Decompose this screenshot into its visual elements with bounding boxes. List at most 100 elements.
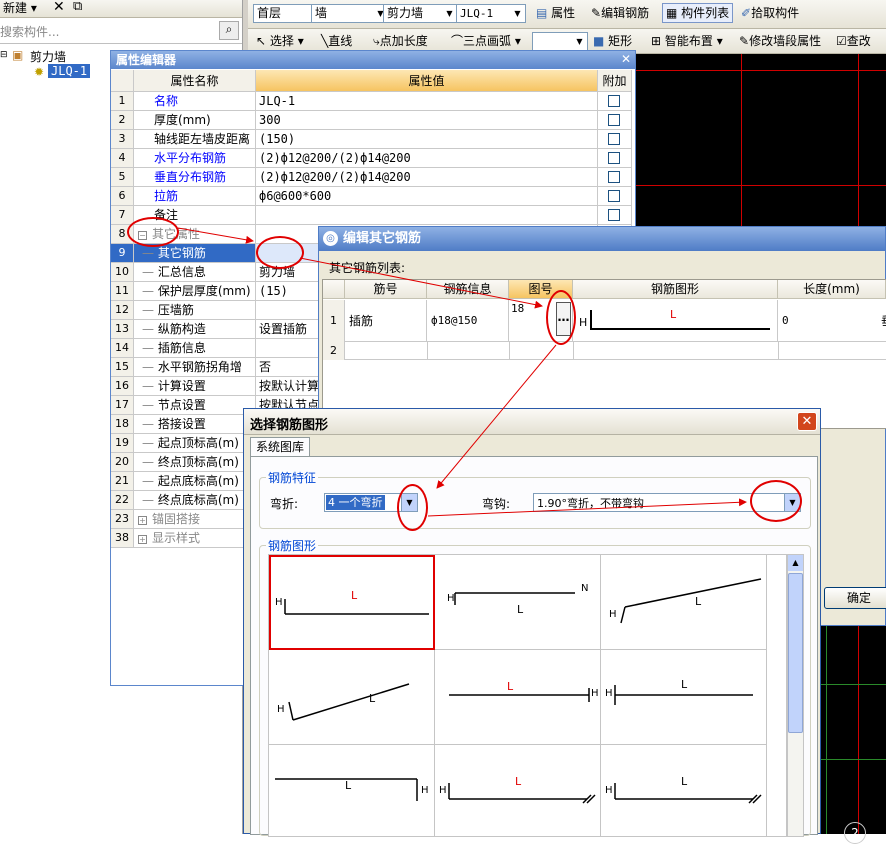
property-value[interactable] bbox=[256, 206, 598, 225]
scroll-thumb[interactable] bbox=[788, 573, 803, 733]
expand-icon[interactable]: + bbox=[138, 535, 147, 544]
add-checkbox[interactable] bbox=[608, 171, 620, 183]
property-value[interactable]: (2)ф12@200/(2)ф14@200 bbox=[256, 149, 598, 168]
property-name: 厚度(mm) bbox=[134, 111, 256, 130]
scroll-up-icon[interactable]: ▲ bbox=[788, 555, 803, 571]
col-bar-info: 钢筋信息 bbox=[427, 280, 509, 299]
property-value[interactable]: (2)ф12@200/(2)ф14@200 bbox=[256, 168, 598, 187]
smart-layout-button[interactable]: ⊞ 智能布置 ▾ bbox=[648, 31, 726, 51]
pick-component-button[interactable]: ✐拾取构件 bbox=[738, 3, 802, 23]
property-row[interactable]: 5 垂直分布钢筋 (2)ф12@200/(2)ф14@200 bbox=[111, 168, 634, 187]
add-checkbox[interactable] bbox=[608, 190, 620, 202]
search-input[interactable]: 搜索构件... bbox=[0, 23, 59, 40]
add-checkbox[interactable] bbox=[608, 95, 620, 107]
shape-drawing bbox=[614, 783, 762, 804]
shape-l-label: L bbox=[507, 680, 514, 693]
table-row[interactable]: 2 bbox=[323, 342, 886, 360]
component-list-button[interactable]: ▦ 构件列表 bbox=[662, 3, 734, 23]
check-button[interactable]: ☑查改 bbox=[833, 31, 874, 51]
shape-h-label: H bbox=[605, 688, 613, 699]
edit-rebar-button[interactable]: ✎编辑钢筋 bbox=[588, 3, 652, 23]
close-icon[interactable]: ✕ bbox=[621, 52, 631, 66]
select-shape-title: 选择钢筋图形 ✕ bbox=[244, 409, 820, 435]
property-name: 轴线距左墙皮距离 bbox=[134, 130, 256, 149]
new-button[interactable]: 新建 ▾ bbox=[0, 0, 40, 18]
component-select[interactable]: JLQ-1 ▼ bbox=[456, 4, 526, 23]
shape-option[interactable]: HL bbox=[435, 745, 601, 836]
arc-button[interactable]: ⌒三点画弧 ▾ bbox=[448, 31, 524, 51]
modify-segment-button[interactable]: ✎修改墙段属性 bbox=[736, 31, 824, 51]
row-number: 2 bbox=[111, 111, 134, 130]
property-value[interactable]: ф6@600*600 bbox=[256, 187, 598, 206]
top-toolbar-row1: 首层▼ 墙▼ 剪力墙▼ JLQ-1▼ ▤ 属性 ✎编辑钢筋 ▦ 构件列表 ✐拾取… bbox=[248, 0, 886, 29]
property-value[interactable]: 300 bbox=[256, 111, 598, 130]
property-row[interactable]: 2 厚度(mm) 300 bbox=[111, 111, 634, 130]
shape-option[interactable]: HL bbox=[601, 745, 767, 836]
tree-line: — bbox=[142, 303, 158, 317]
add-checkbox[interactable] bbox=[608, 133, 620, 145]
shape-l-label: L bbox=[681, 678, 688, 691]
rect-button[interactable]: ■ 矩形 bbox=[590, 31, 635, 51]
tree-child-jlq1[interactable]: JLQ-1 bbox=[48, 64, 91, 78]
select-button[interactable]: ↖ 选择 ▾ bbox=[253, 31, 307, 51]
property-value[interactable]: (150) bbox=[256, 130, 598, 149]
category-select[interactable]: 墙 ▼ bbox=[311, 4, 389, 23]
property-row[interactable]: 6 拉筋 ф6@600*600 bbox=[111, 187, 634, 206]
shape-l-label: L bbox=[515, 775, 522, 788]
close-icon[interactable]: ✕ bbox=[797, 412, 817, 431]
search-icon[interactable]: ⌕ bbox=[219, 21, 239, 40]
line-button[interactable]: ╲直线 bbox=[318, 31, 355, 51]
table-row[interactable]: 1 插筋 ф18@150 18 … H L 0 垂 bbox=[323, 300, 886, 342]
shape-option[interactable]: HL bbox=[601, 555, 767, 650]
property-row[interactable]: 4 水平分布钢筋 (2)ф12@200/(2)ф14@200 bbox=[111, 149, 634, 168]
shape-option[interactable]: HL bbox=[269, 555, 435, 650]
tree-collapse-icon[interactable]: ⊟ bbox=[0, 50, 8, 60]
row-number: 11 bbox=[111, 282, 134, 301]
feature-group: 钢筋特征 弯折: 4 一个弯折 ▼ 弯钩: 1.90°弯折，不带弯钩 ▼ bbox=[259, 469, 811, 529]
shape-scrollbar[interactable]: ▲ bbox=[787, 554, 804, 837]
draw-mode-select[interactable]: ▼ bbox=[532, 32, 588, 51]
tab-system-library[interactable]: 系统图库 bbox=[250, 437, 310, 457]
row-number: 20 bbox=[111, 453, 134, 472]
property-value[interactable]: JLQ-1 bbox=[256, 92, 598, 111]
property-add-cell bbox=[598, 168, 632, 187]
bar-no-cell[interactable]: 插筋 bbox=[349, 300, 427, 342]
subcategory-select[interactable]: 剪力墙 ▼ bbox=[383, 4, 458, 23]
shape-hook-line bbox=[590, 310, 592, 330]
row-number: 4 bbox=[111, 149, 134, 168]
shape-option[interactable]: HL bbox=[269, 650, 435, 745]
copy-icon[interactable]: ⧉ bbox=[70, 0, 85, 17]
property-row[interactable]: 3 轴线距左墙皮距离 (150) bbox=[111, 130, 634, 149]
property-add-cell bbox=[598, 111, 632, 130]
add-checkbox[interactable] bbox=[608, 114, 620, 126]
grid-line bbox=[636, 185, 886, 186]
length-cell[interactable]: 0 bbox=[782, 300, 886, 342]
shape-option[interactable]: HL bbox=[601, 650, 767, 745]
property-name: — 搭接设置 bbox=[134, 415, 256, 434]
component-search[interactable]: 搜索构件... ⌕ bbox=[0, 18, 242, 44]
shape-option[interactable]: HL bbox=[435, 650, 601, 745]
add-checkbox[interactable] bbox=[608, 152, 620, 164]
property-button[interactable]: ▤ 属性 bbox=[533, 3, 578, 23]
shape-option[interactable]: H L N bbox=[435, 555, 601, 650]
property-row[interactable]: 7 备注 bbox=[111, 206, 634, 225]
ok-button[interactable]: 确定 bbox=[824, 587, 886, 609]
property-row[interactable]: 1 名称 JLQ-1 bbox=[111, 92, 634, 111]
row-number: 16 bbox=[111, 377, 134, 396]
rect-icon: ■ bbox=[593, 34, 605, 48]
property-name: — 计算设置 bbox=[134, 377, 256, 396]
property-add-cell bbox=[598, 149, 632, 168]
shape-h-label: H bbox=[277, 704, 285, 715]
delete-icon[interactable]: ✕ bbox=[50, 0, 68, 17]
bar-info-cell[interactable]: ф18@150 bbox=[427, 300, 509, 342]
shape-option[interactable]: HL bbox=[269, 745, 435, 836]
point-length-button[interactable]: ⤷点加长度 bbox=[370, 31, 431, 51]
smart-layout-icon: ⊞ bbox=[651, 34, 662, 48]
tree-root[interactable]: 剪力墙 bbox=[30, 48, 66, 65]
axis-badge: 2 bbox=[844, 822, 866, 844]
shape-h-label: H bbox=[591, 688, 599, 699]
property-name: — 起点底标高(m) bbox=[134, 472, 256, 491]
expand-icon[interactable]: + bbox=[138, 516, 147, 525]
dialog-app-icon: ◎ bbox=[323, 231, 338, 246]
add-checkbox[interactable] bbox=[608, 209, 620, 221]
